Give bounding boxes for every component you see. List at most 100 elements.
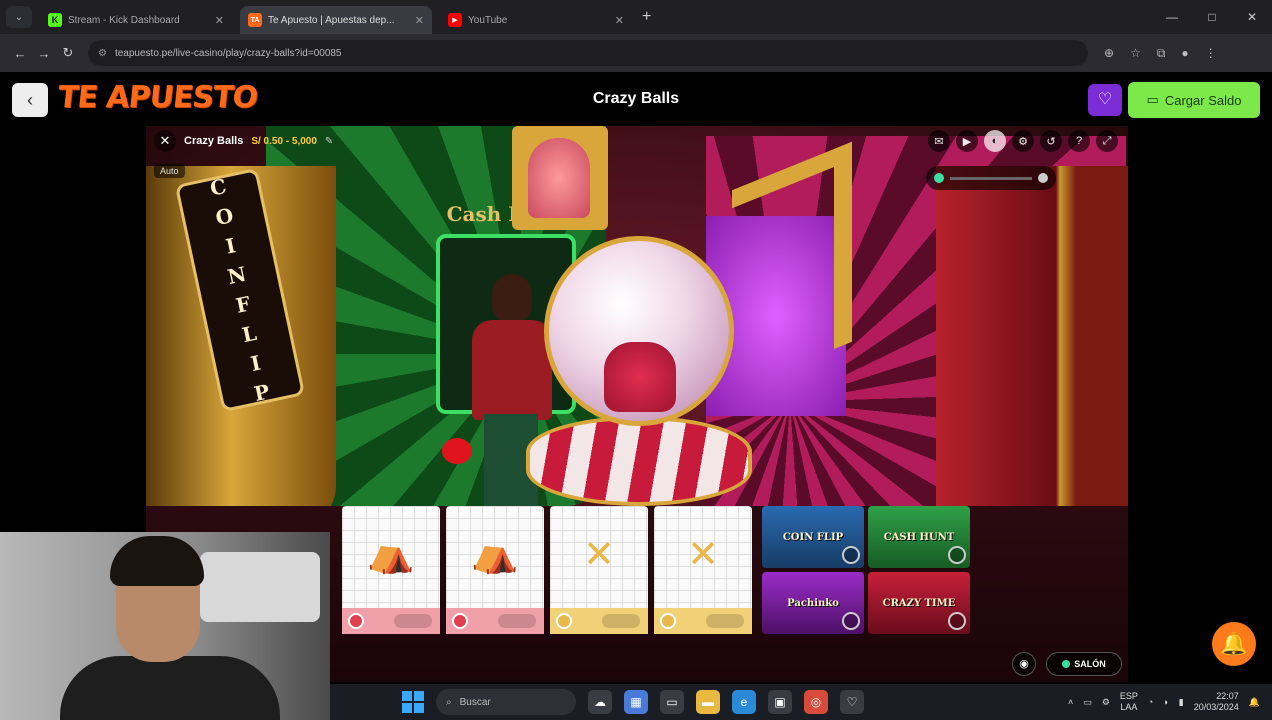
folder-icon[interactable]: ▬ [696, 690, 720, 714]
close-tab-icon[interactable]: ✕ [415, 14, 424, 27]
notification-icon[interactable]: 🔔 [1249, 697, 1260, 708]
coin-icon [948, 546, 966, 564]
app-icon[interactable]: ♡ [840, 690, 864, 714]
page-title: Crazy Balls [592, 90, 680, 107]
striped-pedestal [526, 416, 752, 506]
fullscreen-icon[interactable]: ⤢ [1096, 130, 1118, 152]
bet-cards: ⛺ ⛺ ✕ ✕ [342, 506, 752, 634]
game-name: Crazy Balls [184, 135, 244, 147]
volume-knob[interactable] [934, 173, 944, 183]
coin-icon [842, 612, 860, 630]
x-icon: ✕ [583, 534, 615, 576]
chip-icon [452, 613, 468, 629]
profile-icon[interactable]: ● [1181, 46, 1188, 61]
windows-taskbar: ⌕ Buscar ☁ ▦ ▭ ▬ e ▣ ◎ ♡ ˄ ▭ ⚙ ESP LAA ◔… [330, 684, 1272, 720]
teapuesto-icon: TA [248, 13, 262, 27]
menu-icon[interactable]: ⋮ [1205, 46, 1217, 61]
auto-label[interactable]: Auto [154, 164, 185, 178]
tab-teapuesto[interactable]: TA Te Apuesto | Apuestas dep... ✕ [240, 6, 432, 34]
system-tray: ˄ ▭ ⚙ ESP LAA ◔ ◗ ▮ 22:07 20/03/2024 🔔 [1068, 684, 1260, 720]
eye-icon[interactable]: ◉ [1012, 652, 1036, 676]
notification-bell-button[interactable]: 🔔 [1212, 622, 1256, 666]
edge-icon[interactable]: e [732, 690, 756, 714]
apps-icon[interactable]: ▦ [624, 690, 648, 714]
coin-flip-letter: O [213, 203, 236, 231]
reload-icon[interactable]: ↻ [56, 45, 80, 61]
bell-icon: 🔔 [1220, 631, 1248, 656]
tray-app-icon[interactable]: ▭ [1083, 697, 1092, 708]
salon-button[interactable]: SALÓN [1046, 652, 1122, 676]
close-tab-icon[interactable]: ✕ [215, 14, 224, 27]
favorite-heart-button[interactable]: ♡ [1088, 84, 1122, 116]
monitor-icon[interactable]: ▭ [660, 690, 684, 714]
forward-arrow-icon[interactable]: → [32, 46, 56, 61]
close-tab-icon[interactable]: ✕ [615, 14, 624, 27]
wallet-icon: ▭ [1146, 92, 1159, 107]
clock[interactable]: 22:07 20/03/2024 [1194, 691, 1239, 713]
deposit-button[interactable]: ▭ Cargar Saldo [1128, 82, 1260, 118]
translate-icon[interactable]: ⊕ [1104, 46, 1114, 61]
address-bar: ← → ↻ ⚙ teapuesto.pe/live-casino/play/cr… [0, 34, 1272, 72]
chat-icon[interactable]: ✉ [928, 130, 950, 152]
video-icon[interactable]: ▶ [956, 130, 978, 152]
history-icon[interactable]: ↺ [1040, 130, 1062, 152]
coin-flip-letter: I [223, 233, 238, 259]
extensions-icon[interactable]: ⧉ [1157, 46, 1166, 61]
chip-icon [348, 613, 364, 629]
bonus-coin-flip[interactable]: COIN FLIP [762, 506, 864, 568]
maximize-button[interactable]: □ [1192, 0, 1232, 34]
star-icon[interactable]: ☆ [1130, 46, 1141, 61]
site-info-icon[interactable]: ⚙ [98, 48, 107, 59]
tab-title: Te Apuesto | Apuestas dep... [268, 14, 395, 26]
windows-start-icon[interactable] [402, 691, 424, 713]
window-controls: — □ ✕ [1152, 0, 1272, 34]
tray-app-icon[interactable]: ⚙ [1102, 697, 1110, 708]
close-window-button[interactable]: ✕ [1232, 0, 1272, 34]
url-field[interactable]: ⚙ teapuesto.pe/live-casino/play/crazy-ba… [88, 40, 1088, 66]
edit-icon[interactable]: ✎ [325, 136, 333, 147]
taskbar-search[interactable]: ⌕ Buscar [436, 689, 576, 715]
search-icon: ⌕ [446, 696, 452, 708]
help-icon[interactable]: ? [1068, 130, 1090, 152]
volume-slider[interactable] [926, 166, 1056, 190]
tab-title: Stream - Kick Dashboard [68, 14, 180, 26]
chrome-icon[interactable]: ◎ [804, 690, 828, 714]
bonus-bets: COIN FLIP CASH HUNT Pachinko CRAZY TIME [762, 506, 970, 634]
chevron-up-icon[interactable]: ˄ [1068, 697, 1073, 707]
wifi-icon[interactable]: ◔ [1148, 697, 1153, 707]
minimize-button[interactable]: — [1152, 0, 1192, 34]
language-indicator[interactable]: ESP LAA [1120, 691, 1138, 713]
tab-kick[interactable]: K Stream - Kick Dashboard ✕ [40, 6, 232, 34]
tab-title: YouTube [468, 14, 508, 26]
url-text: teapuesto.pe/live-casino/play/crazy-ball… [114, 47, 342, 59]
bet-card-tent[interactable]: ⛺ [342, 506, 440, 634]
tab-youtube[interactable]: ▶ YouTube ✕ [440, 6, 632, 34]
tent-icon: ⛺ [471, 533, 519, 575]
bet-card-tent[interactable]: ⛺ [446, 506, 544, 634]
lobby-icon [1062, 660, 1071, 668]
close-icon[interactable]: ✕ [154, 130, 176, 152]
chip-icon [556, 613, 572, 629]
battery-icon[interactable]: ▮ [1179, 697, 1184, 708]
bet-limits[interactable]: S/ 0.50 - 5,000 [251, 136, 317, 147]
coin-flip-letter: I [248, 350, 263, 377]
settings-toggle-icon[interactable]: ◐ [984, 130, 1006, 152]
speaker-icon[interactable] [1038, 173, 1048, 183]
store-icon[interactable]: ▣ [768, 690, 792, 714]
red-plunger-button [442, 438, 472, 464]
widgets-icon[interactable]: ☁ [588, 690, 612, 714]
bet-card-x[interactable]: ✕ [550, 506, 648, 634]
coin-icon [948, 612, 966, 630]
coin-flip-letter: N [225, 261, 249, 289]
back-arrow-icon[interactable]: ← [8, 46, 32, 61]
bonus-pachinko[interactable]: Pachinko [762, 572, 864, 634]
bonus-cash-hunt[interactable]: CASH HUNT [868, 506, 970, 568]
taskbar-apps: ☁ ▦ ▭ ▬ e ▣ ◎ ♡ [588, 690, 864, 714]
bonus-crazy-time[interactable]: CRAZY TIME [868, 572, 970, 634]
new-tab-button[interactable]: + [642, 8, 651, 26]
volume-icon[interactable]: ◗ [1163, 697, 1168, 707]
tab-search-icon[interactable]: ⌄ [6, 6, 32, 28]
gear-icon[interactable]: ⚙ [1012, 130, 1034, 152]
tent-icon: ⛺ [367, 533, 415, 575]
bet-card-x[interactable]: ✕ [654, 506, 752, 634]
